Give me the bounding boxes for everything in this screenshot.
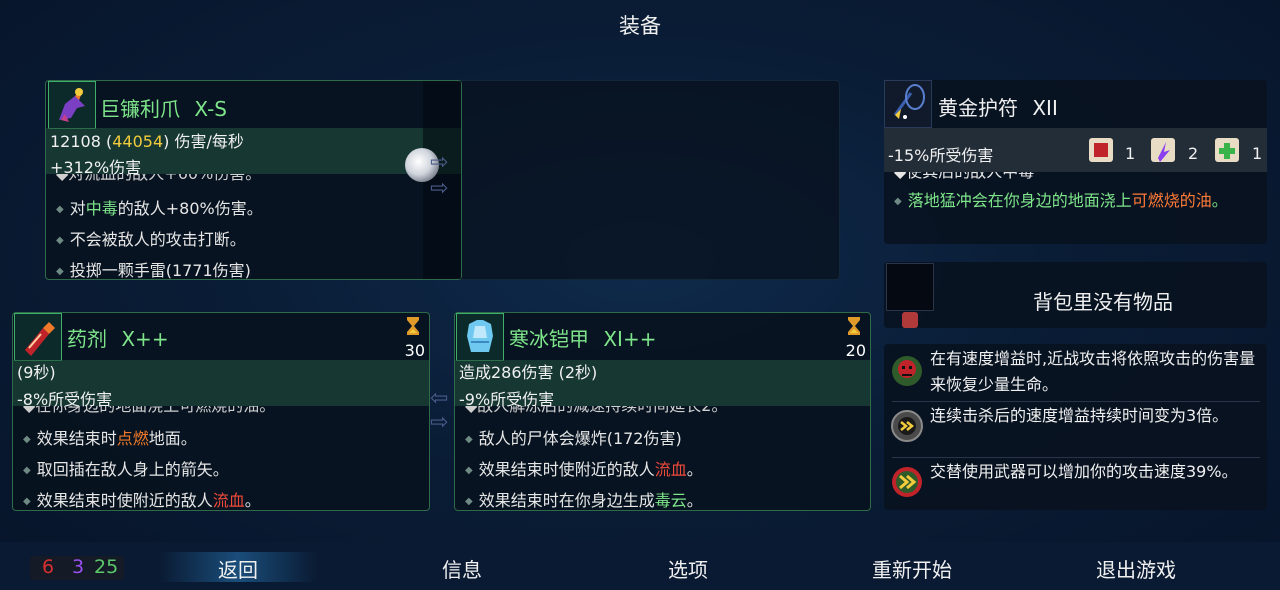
skill2-cooldown: 20	[845, 341, 866, 360]
info-button[interactable]: 信息	[382, 554, 542, 583]
quit-button[interactable]: 退出游戏	[1056, 554, 1216, 583]
weapon-mod-grenade: 投掷一颗手雷(1771伤害)	[56, 257, 263, 288]
amulet-level: XII	[1032, 96, 1058, 120]
backpack-panel[interactable]: 背包里没有物品	[884, 262, 1267, 328]
potion-icon	[14, 313, 62, 361]
options-button[interactable]: 选项	[608, 554, 768, 583]
skill1-duration: (9秒)	[17, 363, 56, 382]
amulet-icon	[884, 80, 932, 128]
hourglass-icon	[405, 316, 421, 340]
green-scroll-count: 1	[1252, 144, 1263, 163]
weapon-mod-cut: ◆对流血的敌人+60%伤害。	[56, 174, 356, 186]
back-button[interactable]: 返回	[158, 554, 318, 583]
skill1-mod-ignite: 效果结束时点燃地面。	[23, 425, 261, 456]
mutation-text: 交替使用武器可以增加你的攻击速度39%。	[930, 462, 1238, 481]
purple-scroll-icon	[1148, 134, 1178, 166]
mutation-text: 在有速度增益时,近战攻击将依照攻击的伤害量来恢复少量生命。	[930, 349, 1256, 394]
swap-arrow-right-icon[interactable]: ⇨	[430, 150, 448, 175]
weapon-icon	[48, 81, 96, 129]
amulet-name: 黄金护符	[938, 96, 1018, 120]
weapon-mod-poison: 对中毒的敌人+80%伤害。	[56, 195, 263, 226]
skull-heal-icon	[890, 352, 924, 390]
red-scroll-total: 6	[42, 556, 55, 578]
skill1-mod-bleed: 效果结束时使附近的敌人流血。	[23, 487, 261, 518]
mutation-row[interactable]: 交替使用武器可以增加你的攻击速度39%。	[884, 457, 1267, 510]
restart-button[interactable]: 重新开始	[832, 554, 992, 583]
hourglass-icon	[846, 316, 862, 340]
skill2-damage: 造成286伤害 (2秒)	[459, 363, 598, 382]
alternate-speed-icon	[890, 463, 924, 501]
skill2-name: 寒冰铠甲	[509, 327, 589, 351]
weapon-dps-unit: 伤害/每秒	[174, 132, 244, 151]
skill2-mod-explode: 敌人的尸体会爆炸(172伤害)	[465, 425, 703, 456]
skill2-mod-bleed: 效果结束时使附近的敌人流血。	[465, 456, 703, 487]
mutation-text: 连续击杀后的速度增益持续时间变为3倍。	[930, 406, 1229, 425]
swap-arrow-left-icon[interactable]: ⇦	[430, 386, 448, 411]
skill1-mod-cut: ◆在你身边的地面浇上可燃烧的油。	[23, 406, 343, 418]
purple-scroll-total: 3	[72, 556, 85, 578]
amulet-mod-cut: ◆使其后的敌人中毒	[894, 172, 1194, 184]
page-title: 装备	[619, 14, 661, 38]
weapon-dps-crit: 44054	[112, 132, 164, 151]
red-scroll-icon	[1086, 134, 1116, 166]
skill2-panel[interactable]: 寒冰铠甲 XI++ 20 造成286伤害 (2秒) -9%所受伤害 ◆敌人解冻后…	[454, 312, 871, 511]
skill1-mod-arrows: 取回插在敌人身上的箭矢。	[23, 456, 261, 487]
mutation-row[interactable]: 在有速度增益时,近战攻击将依照攻击的伤害量来恢复少量生命。	[884, 344, 1267, 400]
backpack-tag-icon	[902, 312, 918, 328]
red-scroll-count: 1	[1125, 144, 1136, 163]
weapon-mod-interrupt: 不会被敌人的攻击打断。	[56, 226, 263, 257]
skill1-name: 药剂	[67, 327, 107, 351]
amulet-panel[interactable]: 黄金护符 XII -15%所受伤害 1 2 1 ◆使其后的敌人中毒 ◆落地猛冲会…	[884, 80, 1267, 244]
skill2-level: XI++	[603, 327, 657, 351]
purple-scroll-count: 2	[1188, 144, 1199, 163]
skill1-cooldown: 30	[404, 341, 425, 360]
mutation-row[interactable]: 连续击杀后的速度增益持续时间变为3倍。	[884, 401, 1267, 457]
swap-arrow-right-icon-3[interactable]: ⇨	[430, 410, 448, 435]
speed-kill-icon	[890, 407, 924, 445]
skill2-mod-cut: ◆敌人解冻后的减速持续时间延长2。	[465, 406, 785, 418]
green-scroll-total: 25	[94, 556, 119, 578]
skill1-panel[interactable]: 药剂 X++ 30 (9秒) -8%所受伤害 ◆在你身边的地面浇上可燃烧的油。 …	[12, 312, 430, 511]
cell-counter: 6 3 25	[30, 556, 124, 580]
weapon-panel[interactable]: 巨镰利爪 X-S 12108 (44054) 伤害/每秒 +312%伤害 ◆对流…	[45, 80, 462, 280]
amulet-mod-oil: ◆ 落地猛冲会在你身边的地面浇上可燃烧的油。	[894, 191, 1228, 210]
weapon-dps-base: 12108	[50, 132, 101, 151]
skill2-mod-poison: 效果结束时在你身边生成毒云。	[465, 487, 703, 518]
ice-armor-icon	[456, 313, 504, 361]
weapon-name: 巨镰利爪	[100, 97, 180, 121]
weapon-slot-background	[422, 80, 840, 280]
skill1-level: X++	[121, 327, 169, 351]
backpack-empty-text: 背包里没有物品	[1033, 290, 1173, 314]
weapon-level: X-S	[194, 97, 227, 121]
swap-arrow-right-icon-2[interactable]: ⇨	[430, 176, 448, 201]
backpack-slot[interactable]	[886, 263, 934, 311]
amulet-effect: -15%所受伤害	[888, 146, 994, 165]
green-scroll-icon	[1212, 134, 1242, 166]
mutations-panel: 在有速度增益时,近战攻击将依照攻击的伤害量来恢复少量生命。 连续击杀后的速度增益…	[884, 344, 1267, 510]
